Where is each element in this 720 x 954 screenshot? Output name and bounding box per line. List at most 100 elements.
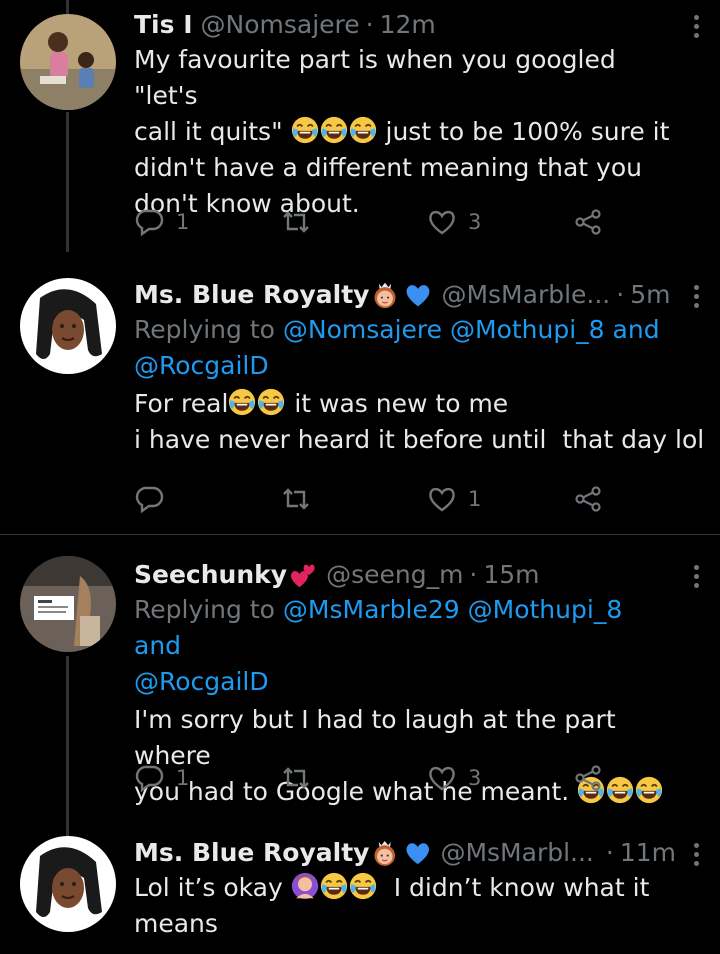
tweet-header: Tis I @Nomsajere · 12m	[134, 8, 676, 42]
princess-emoji	[371, 839, 399, 867]
display-name[interactable]: Seechunky	[134, 558, 287, 592]
like-count: 1	[468, 487, 482, 511]
mention-link[interactable]: @MsMarble29	[283, 595, 460, 624]
replying-to-label: Replying to	[134, 315, 275, 344]
share-button[interactable]	[572, 758, 604, 798]
tweet-text-line-2: means	[134, 909, 218, 938]
laugh-emoji	[291, 116, 319, 144]
tweet-text-line-3: didn't have a different meaning that you	[134, 153, 642, 182]
tweet-text: Lol it’s okay I didn’t know what it mean…	[134, 870, 676, 942]
tweet-text: For real it was new to me i have never h…	[134, 386, 705, 458]
reply-icon	[135, 486, 164, 514]
timestamp[interactable]: 11m	[620, 836, 676, 870]
display-name[interactable]: Tis I	[134, 8, 193, 42]
laugh-emoji	[635, 776, 663, 804]
retweet-icon	[283, 211, 309, 233]
laugh-emoji	[257, 388, 285, 416]
replying-to: Replying to @Nomsajere @Mothupi_8 and @R…	[134, 312, 676, 384]
mention-and[interactable]: and	[613, 315, 660, 344]
avatar[interactable]	[20, 836, 116, 932]
mention-and[interactable]: and	[134, 631, 181, 660]
more-options-icon[interactable]	[686, 12, 706, 40]
princess-emoji	[371, 281, 399, 309]
replying-to-label: Replying to	[134, 595, 275, 624]
tweet-text-line-2: i have never heard it before until that …	[134, 425, 705, 454]
laugh-emoji	[228, 388, 256, 416]
tweet-text-line-1-suffix: I didn’t know what it	[393, 873, 650, 902]
share-button[interactable]	[572, 202, 604, 242]
more-options-icon[interactable]	[686, 840, 706, 868]
timestamp[interactable]: 15m	[483, 558, 539, 592]
reply-button[interactable]: 1	[134, 202, 189, 242]
heart-icon	[429, 487, 455, 512]
avatar[interactable]	[20, 14, 116, 110]
timestamp[interactable]: 5m	[630, 278, 670, 312]
separator-dot: ·	[616, 280, 625, 309]
user-handle[interactable]: @MsMarbl...	[440, 836, 593, 870]
separator-dot: ·	[605, 838, 614, 867]
like-button[interactable]: 3	[426, 202, 481, 242]
mention-link[interactable]: @Mothupi_8	[468, 595, 623, 624]
share-button[interactable]	[572, 479, 604, 519]
mention-link[interactable]: @Nomsajere	[283, 315, 442, 344]
avatar[interactable]	[20, 278, 116, 374]
heart-icon	[429, 210, 455, 235]
tweet-header: Seechunky @seeng_m · 15m	[134, 558, 676, 592]
person-gesturing-emoji	[291, 872, 319, 900]
tweet-1[interactable]: Tis I @Nomsajere · 12m My favourite part…	[0, 0, 720, 262]
separator-dot: ·	[469, 560, 478, 589]
mention-link[interactable]: @RocgailD	[134, 351, 269, 380]
like-button[interactable]: 1	[426, 479, 481, 519]
blue-heart-emoji	[404, 839, 432, 867]
heart-icon	[429, 766, 455, 791]
tweet-header: Ms. Blue Royalty @MsMarbl... · 11m	[134, 836, 676, 870]
tweet-text-line-1: Lol it’s okay I didn’t know what it	[134, 870, 676, 906]
more-options-icon[interactable]	[686, 282, 706, 310]
like-count: 3	[468, 210, 482, 234]
reply-button[interactable]: 1	[134, 758, 189, 798]
reply-icon	[135, 209, 164, 237]
mention-link[interactable]: @Mothupi_8	[450, 315, 605, 344]
like-button[interactable]: 3	[426, 758, 481, 798]
tweet-text-line-1-suffix: it was new to me	[294, 389, 509, 418]
retweet-button[interactable]	[280, 202, 312, 242]
reply-button[interactable]	[134, 479, 166, 519]
display-name[interactable]: Ms. Blue Royalty	[134, 836, 369, 870]
tweet-text-line-2: call it quits" just to be 100% sure it	[134, 114, 676, 150]
like-count: 3	[468, 766, 482, 790]
laugh-emoji	[349, 116, 377, 144]
timestamp[interactable]: 12m	[380, 8, 436, 42]
tweet-4[interactable]: Ms. Blue Royalty @MsMarbl... · 11m Lol i…	[0, 828, 720, 954]
tweet-actions: 1	[134, 479, 604, 519]
tweet-divider	[0, 534, 720, 535]
two-hearts-emoji	[289, 561, 317, 589]
share-icon	[575, 209, 601, 235]
tweet-text-line-1-prefix: For real	[134, 389, 229, 418]
tweet-text-line-1-prefix: Lol it’s okay	[134, 873, 283, 902]
tweet-actions: 1 3	[134, 758, 604, 798]
tweet-text: My favourite part is when you googled "l…	[134, 42, 676, 222]
more-options-icon[interactable]	[686, 562, 706, 590]
laugh-emoji	[606, 776, 634, 804]
retweet-icon	[283, 767, 309, 789]
avatar[interactable]	[20, 556, 116, 652]
display-name[interactable]: Ms. Blue Royalty	[134, 278, 369, 312]
share-icon	[575, 486, 601, 512]
blue-heart-emoji	[404, 281, 432, 309]
tweet-text-line-2-suffix: just to be 100% sure it	[385, 117, 670, 146]
mention-link[interactable]: @RocgailD	[134, 667, 269, 696]
laugh-emoji	[320, 872, 348, 900]
user-handle[interactable]: @MsMarble...	[441, 278, 610, 312]
replying-to: Replying to @MsMarble29 @Mothupi_8 and @…	[134, 592, 676, 700]
tweet-text-line-1: For real it was new to me	[134, 386, 676, 422]
share-icon	[575, 765, 601, 791]
tweet-3[interactable]: Seechunky @seeng_m · 15m Replying to @Ms…	[0, 546, 720, 816]
retweet-button[interactable]	[280, 758, 312, 798]
tweet-2[interactable]: Ms. Blue Royalty @MsMarble... · 5m Reply…	[0, 270, 720, 532]
retweet-icon	[283, 488, 309, 510]
user-handle[interactable]: @Nomsajere	[201, 8, 360, 42]
user-handle[interactable]: @seeng_m	[326, 558, 463, 592]
tweet-header: Ms. Blue Royalty @MsMarble... · 5m	[134, 278, 676, 312]
retweet-button[interactable]	[280, 479, 312, 519]
tweet-text-line-2-prefix: call it quits"	[134, 117, 283, 146]
